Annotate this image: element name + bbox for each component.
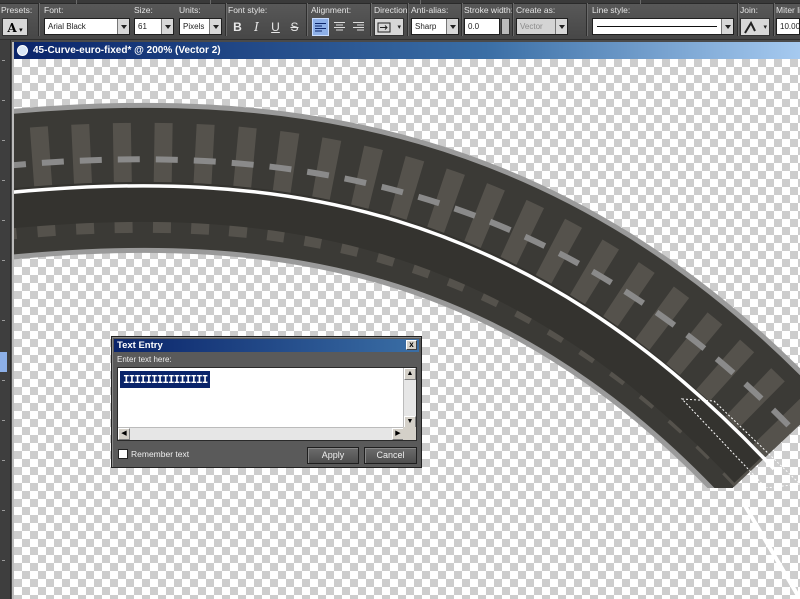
align-center-button[interactable]	[331, 18, 348, 36]
stroke-width-label: Stroke width:	[464, 5, 514, 15]
miter-limit-label: Miter li	[776, 5, 800, 15]
align-right-button[interactable]	[350, 18, 367, 36]
direction-label: Direction:	[374, 5, 410, 15]
document-title-bar[interactable]: 45-Curve-euro-fixed* @ 200% (Vector 2)	[14, 42, 800, 59]
chevron-down-icon[interactable]	[161, 19, 173, 34]
text-tool-options-bar: Presets: A ▾ Font: Arial Black Size: 61 …	[0, 0, 800, 40]
scrollbar-corner	[403, 427, 416, 440]
antialias-value: Sharp	[415, 22, 437, 31]
text-entry-textarea[interactable]: IIIIIIIIIIIIIII ▲ ▼ ◀ ▶	[117, 367, 417, 441]
line-join-icon	[744, 21, 756, 34]
join-label: Join:	[740, 5, 758, 15]
dialog-title-bar[interactable]: Text Entry x	[114, 339, 419, 352]
presets-dropdown[interactable]: A ▾	[2, 18, 28, 36]
units-select[interactable]: Pixels	[179, 18, 222, 35]
close-icon[interactable]: x	[406, 340, 417, 350]
remember-text-checkbox[interactable]	[118, 449, 128, 459]
chevron-down-icon[interactable]	[209, 19, 221, 34]
tool-palette-edge	[0, 40, 11, 599]
miter-limit-value: 10.00	[780, 22, 800, 31]
line-style-label: Line style:	[592, 5, 631, 15]
document-icon	[17, 45, 28, 56]
size-select[interactable]: 61	[134, 18, 174, 35]
create-as-label: Create as:	[516, 5, 556, 15]
align-right-icon	[353, 22, 364, 31]
remember-text-label: Remember text	[131, 449, 190, 459]
selected-text[interactable]: IIIIIIIIIIIIIII	[120, 371, 211, 388]
chevron-down-icon[interactable]	[117, 19, 129, 34]
dialog-title: Text Entry	[117, 340, 163, 351]
antialias-label: Anti-alias:	[411, 5, 449, 15]
text-tool-icon: A	[7, 21, 17, 35]
text-entry-prompt: Enter text here:	[117, 355, 172, 364]
units-label: Units:	[179, 5, 201, 15]
scroll-up-icon[interactable]: ▲	[404, 368, 416, 380]
alignment-label: Alignment:	[311, 5, 352, 15]
font-value: Arial Black	[48, 22, 86, 31]
units-value: Pixels	[183, 22, 205, 31]
stroke-width-value: 0.0	[468, 22, 480, 31]
stroke-width-spinner[interactable]	[501, 18, 510, 35]
menu-strip	[0, 0, 800, 4]
strikethrough-button[interactable]: S	[286, 18, 303, 36]
size-label: Size:	[134, 5, 153, 15]
apply-button[interactable]: Apply	[307, 447, 359, 464]
scroll-left-icon[interactable]: ◀	[118, 428, 130, 440]
chevron-down-icon[interactable]	[446, 19, 458, 34]
cancel-button[interactable]: Cancel	[364, 447, 417, 464]
font-label: Font:	[44, 5, 64, 15]
chevron-down-icon[interactable]	[555, 19, 567, 34]
road-curve-artwork	[14, 102, 800, 599]
antialias-select[interactable]: Sharp	[411, 18, 459, 35]
line-style-preview	[597, 26, 717, 27]
align-left-icon	[315, 23, 326, 32]
align-center-icon	[334, 22, 345, 31]
stroke-width-field[interactable]: 0.0	[464, 18, 500, 35]
vertical-scrollbar[interactable]: ▲ ▼	[403, 368, 416, 428]
direction-dropdown[interactable]: ▾	[374, 18, 404, 36]
create-as-select[interactable]: Vector	[516, 18, 568, 35]
line-style-select[interactable]	[592, 18, 734, 35]
document-window: 45-Curve-euro-fixed* @ 200% (Vector 2)	[12, 42, 800, 599]
font-style-label: Font style:	[228, 5, 268, 15]
active-tool-indicator[interactable]	[0, 352, 7, 372]
text-direction-icon	[377, 22, 391, 33]
presets-label: Presets:	[1, 5, 33, 15]
road-edge-line-extension	[742, 502, 800, 599]
underline-button[interactable]: U	[267, 18, 284, 36]
join-dropdown[interactable]: ▾	[740, 18, 770, 36]
font-select[interactable]: Arial Black	[44, 18, 130, 35]
create-as-value: Vector	[520, 22, 543, 31]
chevron-down-icon[interactable]	[721, 19, 733, 34]
italic-button[interactable]: I	[248, 18, 265, 36]
miter-limit-field[interactable]: 10.00	[776, 18, 800, 35]
text-entry-dialog: Text Entry x Enter text here: IIIIIIIIII…	[111, 336, 422, 468]
bold-button[interactable]: B	[229, 18, 246, 36]
image-canvas[interactable]	[14, 59, 800, 599]
size-value: 61	[138, 22, 147, 31]
align-left-button[interactable]	[312, 18, 329, 36]
document-title: 45-Curve-euro-fixed* @ 200% (Vector 2)	[33, 45, 221, 56]
horizontal-scrollbar[interactable]: ◀ ▶	[118, 427, 404, 440]
